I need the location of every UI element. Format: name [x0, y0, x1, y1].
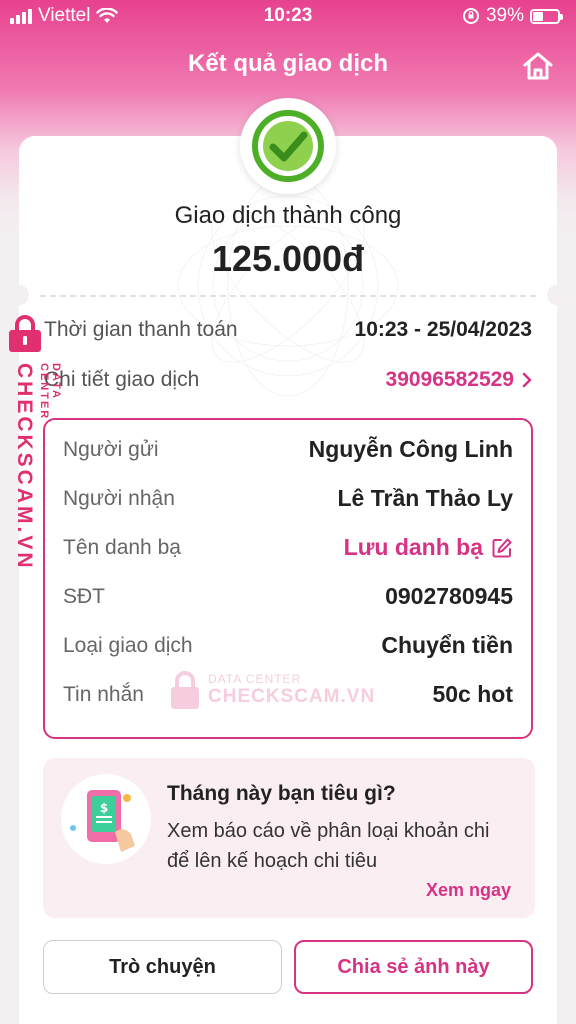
payment-time-value: 10:23 - 25/04/2023 [354, 318, 532, 341]
payment-time-label: Thời gian thanh toán [44, 318, 238, 341]
status-bar: Viettel 10:23 39% [0, 0, 576, 32]
watermark-center-main: CHECKSCAM.VN [208, 686, 376, 707]
chevron-right-icon [522, 372, 532, 388]
lock-icon [171, 671, 199, 709]
ticket-notch-left [9, 285, 29, 305]
share-image-button[interactable]: Chia sẻ ảnh này [294, 940, 533, 994]
transaction-detail-label: Chi tiết giao dịch [44, 368, 200, 391]
status-right: 39% [462, 5, 563, 27]
home-icon [523, 52, 553, 80]
status-text: Giao dịch thành công [174, 202, 402, 229]
detail-value: Chuyển tiền [381, 632, 513, 658]
battery-percent: 39% [485, 5, 524, 26]
detail-row-sender: Người gửi Nguyễn Công Linh [63, 436, 513, 463]
view-now-link[interactable]: Xem ngay [426, 880, 511, 901]
detail-value: 50c hot [432, 681, 513, 707]
detail-value: Lê Trần Thảo Ly [337, 485, 513, 511]
watermark-side-sub: DATA CENTER [38, 363, 62, 421]
page-title: Kết quả giao dịch [187, 50, 388, 77]
chat-button[interactable]: Trò chuyện [43, 940, 282, 994]
watermark-center-sub: DATA CENTER [208, 672, 302, 686]
detail-label: SĐT [63, 584, 105, 608]
save-contact-label: Lưu danh bạ [343, 534, 483, 560]
detail-label: Tin nhắn [63, 682, 144, 706]
detail-value: Nguyễn Công Linh [308, 436, 513, 462]
watermark-side-text: CHECKSCAM.VN [13, 363, 36, 571]
detail-value: 0902780945 [385, 583, 513, 609]
svg-text:$: $ [100, 801, 108, 815]
detail-label: Người gửi [63, 437, 159, 461]
transaction-id: 39096582529 [385, 368, 514, 391]
save-contact-button[interactable]: Lưu danh bạ [344, 534, 513, 561]
detail-row-contact-name: Tên danh bạ Lưu danh bạ [63, 534, 513, 561]
transaction-id-link[interactable]: 39096582529 [386, 368, 532, 392]
check-circle-icon [252, 110, 324, 182]
success-badge [240, 98, 336, 194]
detail-label: Người nhận [63, 486, 175, 510]
battery-icon [530, 8, 563, 24]
home-button[interactable] [520, 48, 556, 84]
transaction-detail-row[interactable]: Chi tiết giao dịch 39096582529 [44, 368, 532, 392]
orientation-lock-icon [462, 8, 479, 24]
promo-title: Tháng này bạn tiêu gì? [167, 782, 396, 805]
payment-time-row: Thời gian thanh toán 10:23 - 25/04/2023 [44, 318, 532, 342]
ticket-notch-right [547, 285, 567, 305]
report-illustration-icon: $ [61, 774, 151, 864]
detail-row-type: Loại giao dịch Chuyển tiền [63, 632, 513, 659]
edit-icon [492, 538, 512, 557]
promo-description: Xem báo cáo về phân loại khoản chi để lê… [167, 820, 490, 872]
watermark-lock-icon [9, 315, 41, 352]
ticket-divider [40, 295, 536, 297]
transaction-amount: 125.000đ [211, 238, 365, 279]
detail-row-receiver: Người nhận Lê Trần Thảo Ly [63, 485, 513, 512]
detail-row-phone: SĐT 0902780945 [63, 583, 513, 610]
spending-promo-banner[interactable]: $ Tháng này bạn tiêu gì? Xem báo cáo về … [43, 758, 535, 918]
detail-label: Tên danh bạ [63, 535, 181, 559]
detail-label: Loại giao dịch [63, 633, 193, 657]
watermark-center: DATA CENTER CHECKSCAM.VN [170, 670, 375, 710]
